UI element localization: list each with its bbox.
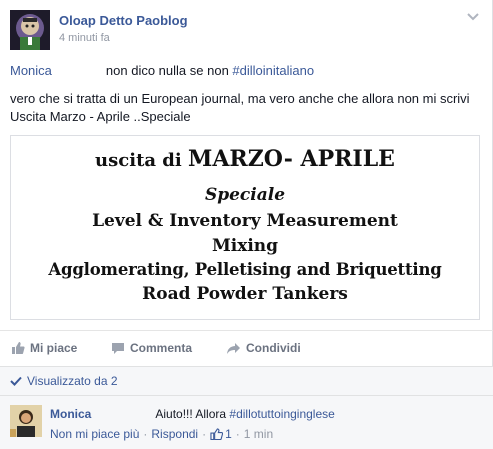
separator-dot: · [143, 427, 148, 441]
like-button[interactable]: Mi piace [11, 341, 77, 355]
comment-timestamp[interactable]: 1 min [244, 427, 273, 441]
comment-line: Monica Aiuto!!! Allora #dillotuttoinging… [50, 407, 335, 421]
comment-item: Monica Aiuto!!! Allora #dillotuttoinging… [0, 395, 493, 449]
avatar-image-icon [10, 405, 42, 437]
separator-dot: · [202, 427, 207, 441]
share-button[interactable]: Condividi [226, 341, 301, 355]
redacted-name [94, 409, 153, 421]
action-bar: Mi piace Commenta Condividi [0, 330, 493, 366]
post-message-line1: Monica non dico nulla se non #dilloinital… [10, 62, 314, 80]
hashtag-link[interactable]: #dilloinitaliano [232, 63, 314, 78]
share-arrow-icon [227, 342, 240, 354]
seen-by-label: Visualizzato da 2 [27, 374, 118, 388]
post-message-body: vero che si tratta di un European journa… [10, 91, 470, 124]
post-timestamp[interactable]: 4 minuti fa [59, 32, 110, 44]
post-author[interactable]: Oloap Detto Paoblog [59, 13, 188, 28]
seen-by[interactable]: Visualizzato da 2 [0, 366, 493, 395]
chevron-down-icon[interactable] [466, 12, 480, 22]
mention-link[interactable]: Monica [10, 63, 52, 78]
message-text: non dico nulla se non [105, 63, 233, 78]
checkmark-icon [10, 376, 22, 386]
comment-text: Aiuto!!! Allora [155, 407, 230, 421]
image-line-tankers: Road Powder Tankers [142, 284, 348, 304]
image-line-title: uscita di MARZO- APRILE [95, 146, 395, 172]
author-avatar[interactable] [10, 10, 50, 50]
speech-bubble-icon [112, 342, 124, 354]
image-line-agglomerating: Agglomerating, Pelletising and Briquetti… [48, 260, 442, 279]
unlike-link[interactable]: Non mi piace più [50, 427, 139, 441]
commenter-avatar[interactable] [10, 405, 42, 437]
image-line-level: Level & Inventory Measurement [92, 211, 398, 231]
attached-image[interactable]: uscita di MARZO- APRILE Speciale Level &… [10, 135, 480, 320]
image-line-speciale: Speciale [204, 185, 286, 205]
share-label: Condividi [246, 341, 301, 355]
post-card: Oloap Detto Paoblog 4 minuti fa Monica no… [0, 0, 493, 449]
thumbs-up-icon [210, 428, 224, 440]
commenter-name[interactable]: Monica [50, 407, 91, 421]
comment-button[interactable]: Commenta [111, 341, 192, 355]
reply-link[interactable]: Rispondi [151, 427, 198, 441]
redacted-name [51, 65, 106, 78]
image-line-mixing: Mixing [211, 236, 279, 256]
comment-meta: Non mi piace più · Rispondi · 1 · 1 min [50, 427, 273, 441]
comment-hashtag-link[interactable]: #dillotuttoinginglese [229, 407, 334, 421]
like-count-value: 1 [225, 427, 232, 441]
comment-like-count[interactable]: 1 [210, 427, 232, 441]
like-label: Mi piace [30, 341, 78, 355]
comment-label: Commenta [130, 341, 193, 355]
thumbs-up-icon [12, 342, 25, 354]
avatar-image-icon [10, 10, 50, 50]
separator-dot: · [235, 427, 240, 441]
